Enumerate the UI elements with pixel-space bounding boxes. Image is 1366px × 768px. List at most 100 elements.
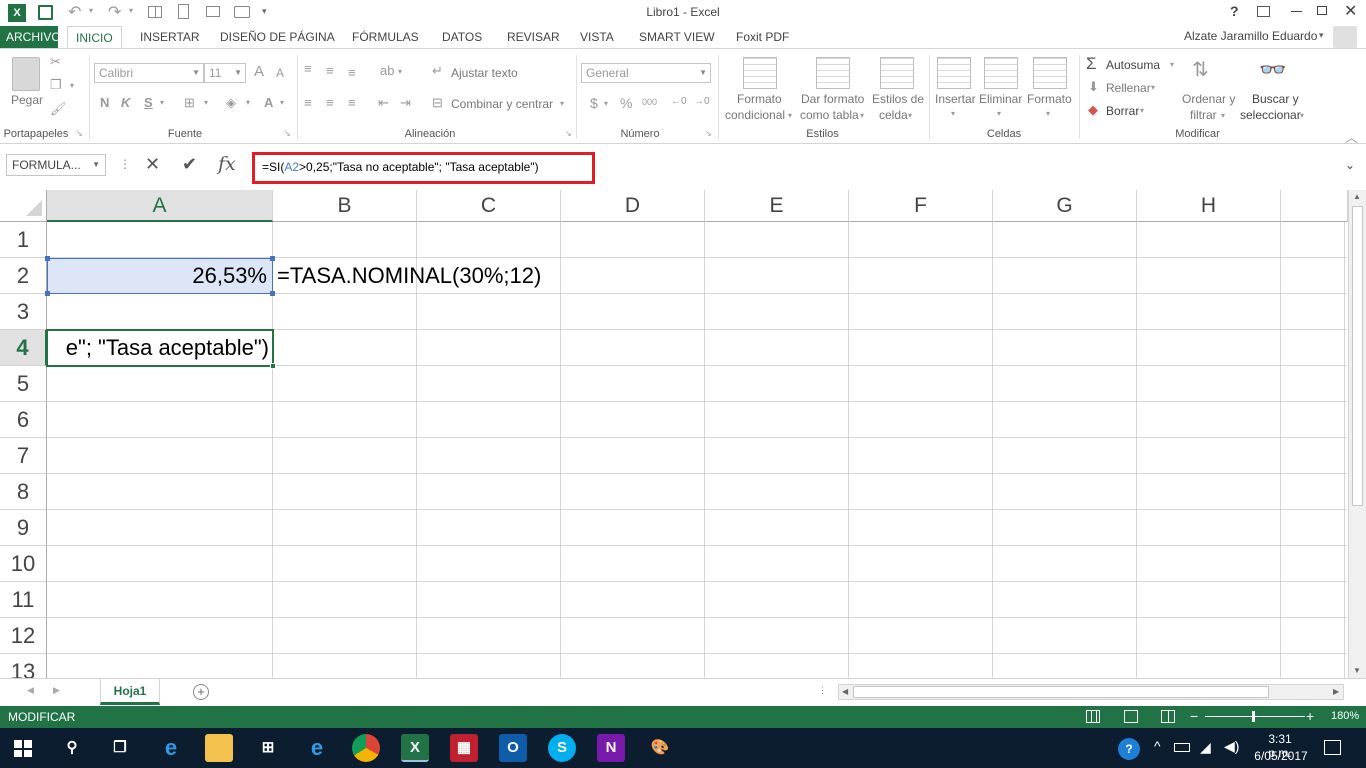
format-table-dropdown-icon[interactable]: ▾ (860, 111, 864, 120)
zoom-level[interactable]: 180% (1331, 710, 1359, 722)
row-header-5[interactable]: 5 (0, 366, 47, 402)
fuente-launcher-icon[interactable]: ↘ (284, 129, 291, 138)
row-header-4[interactable]: 4 (0, 330, 47, 366)
wrap-text-icon[interactable]: ↵ (432, 63, 443, 79)
format-cells-icon[interactable] (1033, 57, 1067, 89)
ribbon-display-options-icon[interactable] (1257, 6, 1270, 17)
row-header-3[interactable]: 3 (0, 294, 47, 330)
edge-browser-icon[interactable]: e (157, 734, 185, 762)
row-header-6[interactable]: 6 (0, 402, 47, 438)
number-format-select[interactable]: General ▼ (581, 63, 711, 83)
cell-a2[interactable]: 26,53% (47, 259, 267, 293)
cell-styles-icon[interactable] (880, 57, 914, 89)
delete-cells-dropdown-icon[interactable]: ▾ (997, 109, 1001, 118)
redo-icon[interactable]: ↷ (108, 2, 121, 22)
format-table-label-1[interactable]: Dar formato (801, 92, 864, 106)
expand-formula-bar-icon[interactable]: ⌄ (1345, 158, 1355, 172)
row-header-2[interactable]: 2 (0, 258, 47, 294)
column-header-e[interactable]: E (705, 190, 849, 222)
onenote-icon[interactable]: N (597, 734, 625, 762)
insert-cells-dropdown-icon[interactable]: ▾ (951, 109, 955, 118)
print-preview-icon[interactable] (206, 6, 220, 17)
column-header-f[interactable]: F (849, 190, 993, 222)
merge-center-icon[interactable]: ⊟ (432, 95, 443, 111)
row-header-12[interactable]: 12 (0, 618, 47, 654)
cut-icon[interactable]: ✂ (50, 54, 61, 70)
align-center-icon[interactable]: ≡ (326, 95, 334, 110)
column-header-b[interactable]: B (273, 190, 417, 222)
tab-vista[interactable]: VISTA (572, 26, 622, 48)
vertical-scrollbar[interactable]: ▲ ▼ (1348, 190, 1366, 678)
hscroll-left-icon[interactable]: ◀ (842, 687, 848, 696)
scroll-up-icon[interactable]: ▲ (1353, 192, 1361, 201)
fill-button[interactable]: Rellenar (1106, 81, 1151, 95)
tab-archivo[interactable]: ARCHIVO (0, 26, 61, 48)
camera-icon[interactable] (234, 6, 250, 18)
range-handle[interactable] (270, 291, 275, 296)
windows-start-icon[interactable] (14, 740, 32, 757)
cell-b2[interactable]: =TASA.NOMINAL(30%;12) (277, 259, 541, 293)
merge-center-button[interactable]: Combinar y centrar (451, 97, 553, 111)
column-header-c[interactable]: C (417, 190, 561, 222)
internet-explorer-icon[interactable]: e (303, 734, 331, 762)
conditional-format-label-1[interactable]: Formato (737, 92, 782, 106)
scroll-thumb[interactable] (1352, 206, 1363, 506)
sort-filter-icon[interactable]: ⇅ (1192, 57, 1209, 82)
task-view-icon[interactable]: ❐ (106, 734, 134, 762)
delete-cells-icon[interactable] (984, 57, 1018, 89)
tab-insertar[interactable]: INSERTAR (132, 26, 208, 48)
insert-function-button[interactable]: fx (218, 153, 236, 175)
file-explorer-icon[interactable] (205, 734, 233, 762)
zoom-slider-thumb[interactable] (1252, 711, 1255, 722)
paste-button[interactable]: Pegar (11, 93, 43, 107)
volume-icon[interactable]: ◀) (1224, 738, 1239, 755)
merge-dropdown-icon[interactable]: ▾ (560, 99, 564, 108)
conditional-format-dropdown-icon[interactable]: ▾ (788, 111, 792, 120)
currency-button[interactable]: $ (590, 95, 598, 111)
shrink-font-button[interactable]: A (276, 66, 284, 80)
clock-date[interactable]: 6/05/2017 (1252, 749, 1310, 763)
fill-handle[interactable] (270, 363, 276, 369)
row-header-13[interactable]: 13 (0, 654, 47, 678)
borders-icon[interactable]: ⊞ (184, 95, 195, 111)
format-table-label-2[interactable]: como tabla (800, 108, 859, 122)
tab-revisar[interactable]: REVISAR (499, 26, 568, 48)
sheet-scroll-right-icon[interactable]: ▶ (53, 685, 60, 696)
cell-a4[interactable]: e"; "Tasa aceptable") (49, 331, 271, 365)
font-size-select[interactable]: 11 ▼ (204, 63, 246, 83)
autosum-dropdown-icon[interactable]: ▾ (1170, 60, 1174, 69)
store-icon[interactable]: ⊞ (254, 734, 282, 762)
find-select-label-2[interactable]: seleccionar (1240, 108, 1301, 122)
decrease-decimal-icon[interactable]: →0 (694, 96, 710, 107)
binoculars-icon[interactable]: 👓 (1259, 57, 1286, 83)
autosum-button[interactable]: Autosuma (1106, 58, 1160, 72)
red-app-icon[interactable]: ▦ (450, 734, 478, 762)
column-header-partial[interactable] (1281, 190, 1348, 222)
restore-icon[interactable] (1317, 6, 1327, 15)
new-document-icon[interactable] (178, 4, 189, 19)
enter-formula-icon[interactable]: ✔ (182, 154, 197, 175)
row-header-1[interactable]: 1 (0, 222, 47, 258)
alineacion-launcher-icon[interactable]: ↘ (565, 129, 572, 138)
font-name-select[interactable]: Calibri ▼ (94, 63, 204, 83)
italic-button[interactable]: K (121, 95, 130, 110)
zoom-in-button[interactable]: + (1306, 708, 1314, 724)
font-color-button[interactable]: A (264, 95, 273, 110)
battery-icon[interactable] (1174, 743, 1190, 752)
page-break-view-icon[interactable] (1161, 710, 1175, 723)
tab-datos[interactable]: DATOS (434, 26, 490, 48)
excel-app-icon[interactable]: X (8, 4, 26, 22)
conditional-format-label-2[interactable]: condicional (725, 108, 785, 122)
redo-dropdown-icon[interactable]: ▾ (129, 6, 133, 15)
format-cells-button[interactable]: Formato (1027, 92, 1072, 106)
increase-decimal-icon[interactable]: ←0 (671, 96, 687, 107)
horizontal-scrollbar[interactable]: ◀ ▶ (838, 684, 1344, 700)
insert-cells-button[interactable]: Insertar (935, 92, 976, 106)
help-tray-icon[interactable]: ? (1118, 738, 1140, 760)
close-icon[interactable]: ✕ (1344, 1, 1357, 21)
normal-view-icon[interactable] (1086, 710, 1100, 723)
fill-color-dropdown-icon[interactable]: ▾ (246, 98, 250, 107)
column-header-a[interactable]: A (47, 190, 273, 222)
hscroll-splitter-icon[interactable]: ⋮ (818, 685, 827, 696)
cancel-formula-icon[interactable]: ✕ (145, 154, 160, 175)
